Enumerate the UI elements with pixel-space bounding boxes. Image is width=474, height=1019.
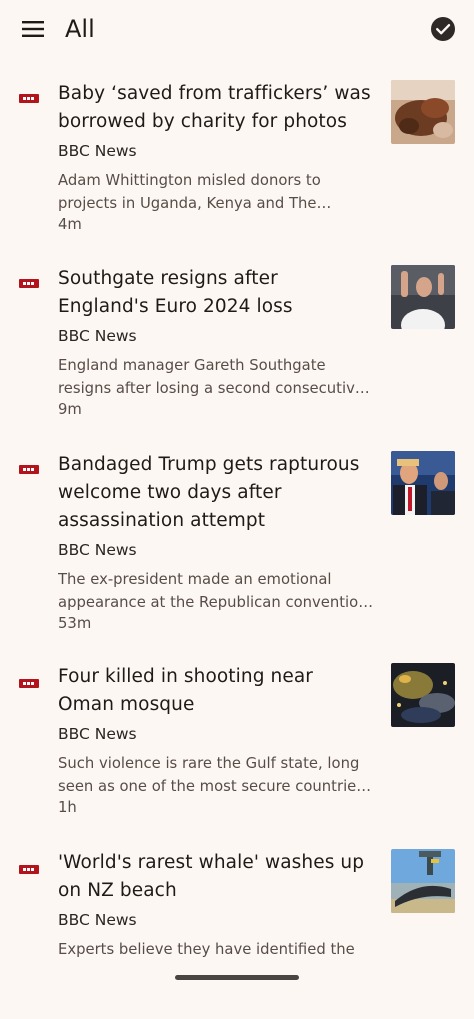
article-age: 4m <box>58 216 82 233</box>
article-thumbnail <box>391 451 455 515</box>
article-thumbnail <box>391 663 455 727</box>
article-item[interactable]: Bandaged Trump gets rapturous welcome tw… <box>0 449 474 649</box>
article-summary: England manager Gareth Southgate resigns… <box>58 357 364 397</box>
article-item[interactable]: Southgate resigns after England's Euro 2… <box>0 263 474 433</box>
article-headline: Baby ‘saved from traffickers’ was borrow… <box>58 83 371 132</box>
article-item[interactable]: Baby ‘saved from traffickers’ was borrow… <box>0 78 474 248</box>
page-title: All <box>65 15 95 43</box>
article-summary: The ex-president made an emotional appea… <box>58 571 368 611</box>
article-age: 9m <box>58 401 82 418</box>
article-headline: Bandaged Trump gets rapturous welcome tw… <box>58 454 360 531</box>
bbc-news-logo-icon <box>19 679 39 688</box>
article-source: BBC News <box>58 725 137 743</box>
mark-all-read-button[interactable] <box>430 16 456 42</box>
article-source: BBC News <box>58 142 137 160</box>
article-source: BBC News <box>58 327 137 345</box>
check-circle-icon <box>431 17 455 41</box>
article-age: 1h <box>58 799 77 816</box>
article-headline: 'World's rarest whale' washes up on NZ b… <box>58 852 365 901</box>
gesture-navigation-bar[interactable] <box>175 975 299 980</box>
article-thumbnail <box>391 80 455 144</box>
bbc-news-logo-icon <box>19 279 39 288</box>
article-summary: Experts believe they have identified the <box>58 941 355 958</box>
article-thumbnail <box>391 849 455 913</box>
article-source: BBC News <box>58 541 137 559</box>
article-headline: Four killed in shooting near Oman mosque <box>58 666 313 715</box>
top-app-bar: All <box>0 0 474 60</box>
article-item[interactable]: 'World's rarest whale' washes up on NZ b… <box>0 849 474 1019</box>
article-source: BBC News <box>58 911 137 929</box>
hamburger-menu-icon[interactable] <box>18 14 48 44</box>
article-thumbnail <box>391 265 455 329</box>
article-summary: Such violence is rare the Gulf state, lo… <box>58 755 364 795</box>
article-headline: Southgate resigns after England's Euro 2… <box>58 268 293 317</box>
article-age: 53m <box>58 615 92 632</box>
article-item[interactable]: Four killed in shooting near Oman mosque… <box>0 663 474 833</box>
bbc-news-logo-icon <box>19 94 39 103</box>
bbc-news-logo-icon <box>19 865 39 874</box>
bbc-news-logo-icon <box>19 465 39 474</box>
article-summary: Adam Whittington misled donors to projec… <box>58 172 321 212</box>
